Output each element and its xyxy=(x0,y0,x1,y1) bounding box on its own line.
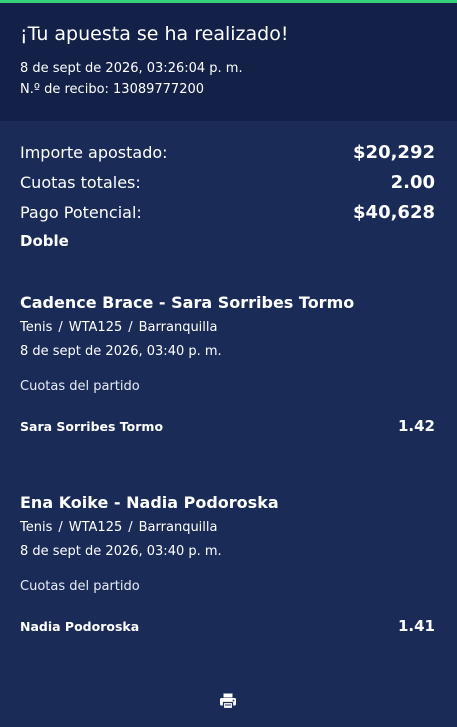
payout-label: Pago Potencial: xyxy=(20,203,142,222)
breadcrumb-separator: / xyxy=(58,320,63,335)
payout-row: Pago Potencial: $40,628 xyxy=(20,202,435,227)
bet-type: Doble xyxy=(20,232,69,250)
total-odds-value: 2.00 xyxy=(390,172,435,193)
print-icon xyxy=(220,693,236,710)
breadcrumb-venue: Barranquilla xyxy=(138,320,218,335)
payout-value: $40,628 xyxy=(353,202,435,223)
total-odds-label: Cuotas totales: xyxy=(20,173,141,192)
breadcrumb-sport: Tenis xyxy=(20,520,53,535)
receipt-header: ¡Tu apuesta se ha realizado! 8 de sept d… xyxy=(0,3,457,121)
breadcrumb-competition: WTA125 xyxy=(68,520,123,535)
market-label: Cuotas del partido xyxy=(20,579,140,594)
breadcrumb-separator: / xyxy=(58,520,63,535)
breadcrumb-separator: / xyxy=(128,320,133,335)
market-label: Cuotas del partido xyxy=(20,379,140,394)
breadcrumb-separator: / xyxy=(128,520,133,535)
breadcrumb-sport: Tenis xyxy=(20,320,53,335)
breadcrumb-competition: WTA125 xyxy=(68,320,123,335)
total-odds-row: Cuotas totales: 2.00 xyxy=(20,172,435,197)
print-button[interactable] xyxy=(219,692,237,710)
stake-value: $20,292 xyxy=(353,142,435,163)
breadcrumb: Tenis / WTA125 / Barranquilla xyxy=(20,320,218,335)
selection-odds: 1.41 xyxy=(397,617,435,635)
event-date: 8 de sept de 2026, 03:40 p. m. xyxy=(20,544,222,559)
receipt-number: N.º de recibo: 13089777200 xyxy=(20,82,205,97)
stake-row: Importe apostado: $20,292 xyxy=(20,142,435,167)
selection-odds: 1.42 xyxy=(397,417,435,435)
confirmation-title: ¡Tu apuesta se ha realizado! xyxy=(20,23,289,45)
event-date: 8 de sept de 2026, 03:40 p. m. xyxy=(20,344,222,359)
bet-datetime: 8 de sept de 2026, 03:26:04 p. m. xyxy=(20,61,243,76)
match-title: Ena Koike - Nadia Podoroska xyxy=(20,493,279,512)
selection-name: Sara Sorribes Tormo xyxy=(20,419,164,434)
stake-label: Importe apostado: xyxy=(20,143,168,162)
breadcrumb-venue: Barranquilla xyxy=(138,520,218,535)
match-title: Cadence Brace - Sara Sorribes Tormo xyxy=(20,293,355,312)
breadcrumb: Tenis / WTA125 / Barranquilla xyxy=(20,520,218,535)
selection-name: Nadia Podoroska xyxy=(20,619,140,634)
